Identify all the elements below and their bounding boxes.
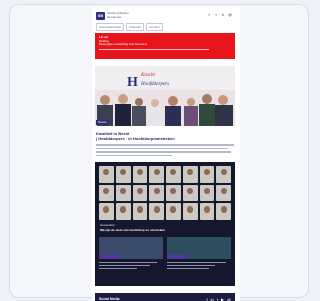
- article-title-line-2: | Hoofddorpers · in Hoofddorp/omstreken: [96, 136, 175, 141]
- feature-caption: Groepsfoto: [100, 223, 115, 227]
- youtube-icon[interactable]: ▶: [221, 297, 224, 301]
- feature-headline[interactable]: Wij zijn de stem van Hoofddorp en omstre…: [100, 228, 230, 232]
- linkedin-icon[interactable]: in: [211, 297, 214, 301]
- hero-image[interactable]: H Kracht Hoofddorpers Nieuws: [95, 66, 235, 126]
- logo-text: Stichting Beheer Gemeente: [107, 11, 130, 19]
- hero-letter: H: [127, 75, 138, 90]
- twitter-icon[interactable]: t: [214, 12, 218, 18]
- logo[interactable]: SB Stichting Beheer Gemeente: [96, 11, 129, 20]
- home-icon[interactable]: h: [221, 12, 225, 18]
- nav-item-contact[interactable]: Contact: [146, 23, 163, 31]
- alert-banner[interactable]: Let op! Melding Belangrijke mededeling v…: [95, 33, 235, 59]
- feature-block: Groepsfoto Wij zijn de stem van Hoofddor…: [95, 162, 235, 286]
- newsletter-page: SB Stichting Beheer Gemeente f t h @ Nie…: [92, 7, 240, 301]
- twitter-icon[interactable]: t: [217, 297, 218, 301]
- logo-mark: SB: [96, 11, 105, 20]
- footer-label: Social Media: [99, 297, 120, 301]
- nav-item-calendar[interactable]: Kalender: [126, 23, 145, 31]
- feature-tile-2[interactable]: [167, 237, 231, 259]
- social-links: f t h @: [207, 12, 232, 18]
- hero-tag: Nieuws: [96, 120, 109, 125]
- article-title[interactable]: Kwaliteit in Beeld | Hoofddorpers · in H…: [96, 131, 236, 141]
- feature-tile-texts: [99, 262, 231, 271]
- feature-tile-1[interactable]: [99, 237, 163, 259]
- hero-banner: H Kracht Hoofddorpers: [127, 72, 207, 92]
- alert-line-2: Belangrijke mededeling voor bewoners: [99, 42, 148, 47]
- feature-tiles: [99, 237, 231, 259]
- footer-social-icons: f in t ▶ @: [206, 297, 231, 301]
- facebook-icon[interactable]: f: [207, 12, 211, 18]
- facebook-icon[interactable]: f: [206, 297, 207, 301]
- hero-script-sub: Hoofddorpers: [141, 82, 170, 87]
- hero-script-top: Kracht: [141, 73, 155, 78]
- nav-item-news[interactable]: Nieuwsberichten: [96, 23, 125, 31]
- article-body: [96, 144, 234, 158]
- member-photo-grid[interactable]: [99, 166, 231, 220]
- people-photo: [95, 90, 235, 126]
- alert-underline: [99, 48, 209, 50]
- email-icon[interactable]: @: [228, 12, 232, 18]
- email-icon[interactable]: @: [227, 297, 231, 301]
- footer: Social Media f in t ▶ @: [95, 293, 235, 301]
- nav-bar: Nieuwsberichten Kalender Contact: [96, 23, 163, 31]
- header: SB Stichting Beheer Gemeente f t h @: [96, 11, 236, 21]
